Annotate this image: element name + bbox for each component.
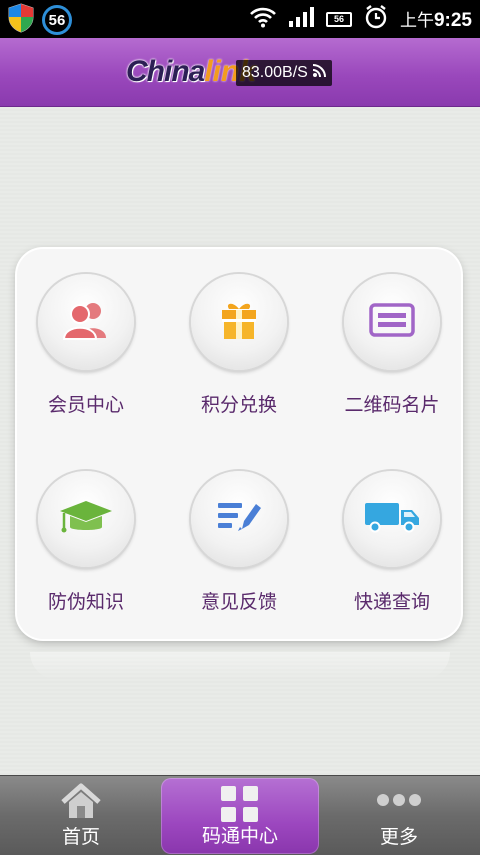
clock-time: 上午9:25 [400,6,472,32]
function-panel: 会员中心 积分兑换 二维码名片 防伪知识 意见反馈 快递查询 [17,249,461,639]
tile-label: 快递查询 [353,591,430,613]
tab-label: 码通中心 [201,825,278,847]
tile-express-query[interactable]: 快递查询 [322,471,462,621]
delivery-truck-icon [364,501,420,537]
tab-more[interactable]: 更多 [320,776,478,855]
tab-label: 首页 [61,826,100,848]
tile-points-exchange[interactable]: 积分兑换 [169,274,309,424]
tile-button[interactable] [191,471,287,567]
tab-code-center[interactable]: 码通中心 [161,778,319,854]
status-bar: 56 56 上午9:25 [0,0,480,38]
tile-qr-business-card[interactable]: 二维码名片 [322,274,462,424]
tile-label: 积分兑换 [200,394,277,416]
speed-text: 83.00B/S [242,64,308,81]
members-icon [60,300,112,344]
tile-button[interactable] [191,274,287,370]
app-header: China link 83.00B/S [0,38,480,107]
tile-member-center[interactable]: 会员中心 [16,274,156,424]
tile-button[interactable] [38,274,134,370]
bottom-tab-bar: 首页 码通中心 更多 [0,775,480,855]
tab-label: 更多 [379,826,418,848]
tile-button[interactable] [38,471,134,567]
battery-icon: 56 [325,11,352,27]
gift-icon [219,299,259,345]
more-dots-icon [376,792,422,811]
shield-icon [6,2,36,38]
time-value: 9:25 [433,10,472,31]
panel-reflection [30,652,450,680]
tile-label: 二维码名片 [344,394,440,416]
rss-icon [312,63,326,83]
logo-text-china: China [126,55,205,88]
wifi-icon [250,6,276,32]
graduation-cap-icon [58,499,114,539]
tile-label: 会员中心 [47,394,124,416]
tile-feedback[interactable]: 意见反馈 [169,471,309,621]
tile-label: 防伪知识 [47,591,124,613]
tab-home[interactable]: 首页 [2,776,160,855]
signal-icon [288,6,314,32]
tile-anticounterfeit[interactable]: 防伪知识 [16,471,156,621]
notification-count-badge: 56 [42,5,72,35]
tile-button[interactable] [344,471,440,567]
tile-label: 意见反馈 [200,591,277,613]
feedback-edit-icon [216,499,262,539]
home-icon [59,782,103,824]
network-speed-overlay: 83.00B/S [236,60,332,86]
id-card-icon [369,303,415,341]
main-area: 会员中心 积分兑换 二维码名片 防伪知识 意见反馈 快递查询 [0,107,480,775]
time-prefix: 上午 [399,11,434,31]
tile-button[interactable] [344,274,440,370]
alarm-clock-icon [364,5,388,33]
